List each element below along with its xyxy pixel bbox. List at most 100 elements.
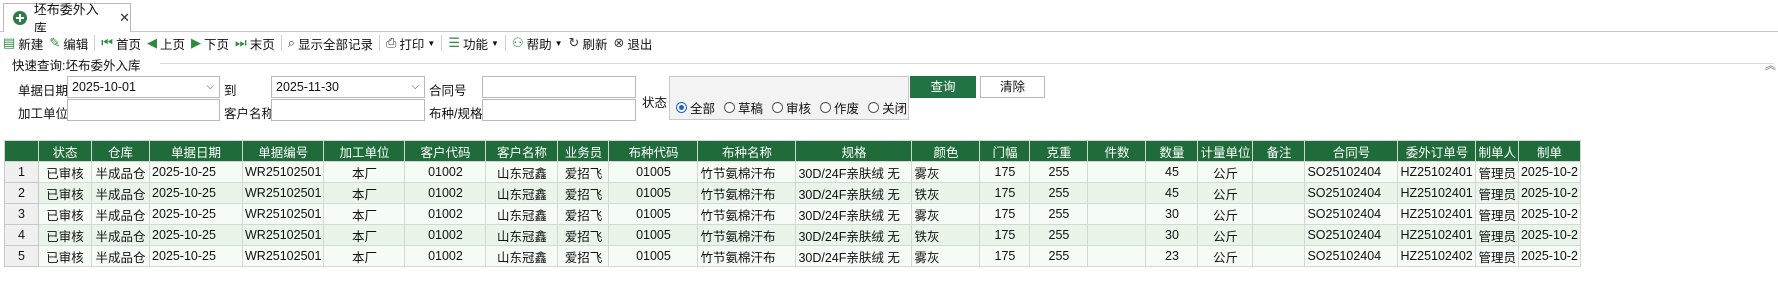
customer-name-field[interactable] (271, 99, 425, 121)
table-cell[interactable]: 雾灰 (911, 161, 981, 183)
table-cell[interactable]: HZ25102401 (1397, 161, 1477, 183)
table-cell[interactable]: 铁灰 (911, 224, 981, 246)
table-cell[interactable] (1252, 182, 1306, 204)
table-cell[interactable]: 管理员 (1475, 203, 1519, 225)
last-page-button[interactable]: ⏭ 末页 (232, 33, 278, 53)
table-cell[interactable]: 山东冠鑫 (485, 161, 559, 183)
table-cell[interactable]: 爱招飞 (557, 224, 610, 246)
table-cell[interactable]: 2025-10-25 (149, 203, 243, 225)
column-header[interactable]: 布种代码 (608, 140, 699, 162)
table-cell[interactable]: 01005 (608, 182, 699, 204)
table-cell[interactable]: 爱招飞 (557, 161, 610, 183)
table-cell[interactable]: 2025-10-2 (1517, 224, 1581, 246)
table-cell[interactable]: 半成品仓 (91, 224, 150, 246)
next-page-button[interactable]: ▶ 下页 (188, 33, 232, 53)
table-cell[interactable]: 本厂 (323, 245, 406, 267)
table-cell[interactable] (1087, 224, 1147, 246)
table-row[interactable]: 2 已审核 半成品仓 2025-10-25 WR25102501 本厂 01002 山东冠鑫爱… (4, 182, 1581, 204)
table-cell[interactable]: 公斤 (1197, 203, 1254, 225)
table-cell[interactable]: 爱招飞 (557, 245, 610, 267)
table-cell[interactable]: 01002 (404, 245, 487, 267)
help-menu-button[interactable]: ⚇ 帮助 ▼ (509, 33, 566, 53)
table-cell[interactable]: 已审核 (38, 224, 92, 246)
column-header[interactable]: 仓库 (91, 140, 150, 162)
table-cell[interactable]: 半成品仓 (91, 182, 150, 204)
column-header[interactable]: 颜色 (911, 140, 981, 162)
tab-fabric-outsourcing-inbound[interactable]: 坯布委外入库 ✕ (3, 2, 131, 36)
table-cell[interactable]: 175 (979, 182, 1031, 204)
table-cell[interactable]: 30D/24F亲肤绒 无 (795, 161, 913, 183)
table-cell[interactable]: 已审核 (38, 161, 92, 183)
table-cell[interactable]: 01002 (404, 182, 487, 204)
table-cell[interactable]: 管理员 (1475, 182, 1519, 204)
table-cell[interactable]: 2025-10-2 (1517, 161, 1581, 183)
table-cell[interactable] (1087, 203, 1147, 225)
status-radio-option[interactable]: 关闭 (868, 98, 907, 117)
table-cell[interactable]: 30 (1145, 224, 1199, 246)
table-cell[interactable]: 175 (979, 203, 1031, 225)
chevron-down-icon[interactable]: ⌵ (206, 77, 214, 97)
collapse-icon[interactable]: ︽ (1765, 57, 1776, 73)
table-cell[interactable]: WR25102501 (241, 203, 325, 225)
table-cell[interactable]: HZ25102401 (1397, 224, 1477, 246)
table-cell[interactable]: 175 (979, 161, 1031, 183)
date-from-field[interactable]: 2025-10-01 ⌵ (67, 76, 220, 98)
table-cell[interactable]: 01005 (608, 245, 699, 267)
table-cell[interactable]: HZ25102401 (1397, 182, 1477, 204)
table-cell[interactable] (1252, 245, 1306, 267)
status-radio-option[interactable]: 审核 (772, 98, 811, 117)
column-header[interactable]: 件数 (1087, 140, 1147, 162)
table-cell[interactable]: 2025-10-25 (149, 182, 243, 204)
column-header[interactable]: 单据编号 (241, 140, 325, 162)
table-cell[interactable]: 爱招飞 (557, 203, 610, 225)
table-cell[interactable]: 竹节氨棉汗布 (697, 245, 797, 267)
processor-field[interactable] (67, 99, 220, 121)
table-cell[interactable]: 雾灰 (911, 203, 981, 225)
table-cell[interactable]: 01002 (404, 203, 487, 225)
table-cell[interactable]: 2025-10-25 (149, 161, 243, 183)
table-row[interactable]: 1 已审核 半成品仓 2025-10-25 WR25102501 本厂 01002 山东冠鑫爱… (4, 161, 1581, 183)
table-cell[interactable]: SO25102404 (1304, 245, 1399, 267)
table-cell[interactable]: HZ25102401 (1397, 203, 1477, 225)
table-cell[interactable]: 竹节氨棉汗布 (697, 224, 797, 246)
table-cell[interactable]: 2025-10-25 (149, 245, 243, 267)
table-row[interactable]: 5 已审核 半成品仓 2025-10-25 WR25102501 本厂 01002 山东冠鑫爱… (4, 245, 1581, 267)
table-cell[interactable]: 2025-10-2 (1517, 203, 1581, 225)
status-radio-option[interactable]: 作废 (820, 98, 859, 117)
table-cell[interactable]: WR25102501 (241, 161, 325, 183)
column-header[interactable]: 门幅 (979, 140, 1031, 162)
table-cell[interactable]: 本厂 (323, 161, 406, 183)
table-cell[interactable]: 01005 (608, 224, 699, 246)
table-cell[interactable]: 01005 (608, 203, 699, 225)
table-cell[interactable] (1087, 245, 1147, 267)
table-cell[interactable]: 2025-10-25 (149, 224, 243, 246)
first-page-button[interactable]: ⏮ 首页 (98, 33, 144, 53)
fabric-spec-field[interactable] (482, 99, 636, 121)
exit-button[interactable]: ⊗ 退出 (610, 33, 655, 53)
new-button[interactable]: ▤ 新建 (0, 33, 46, 53)
table-cell[interactable]: 175 (979, 245, 1031, 267)
table-cell[interactable]: 30D/24F亲肤绒 无 (795, 203, 913, 225)
edit-button[interactable]: ✎ 编辑 (46, 33, 91, 53)
contract-number-field[interactable] (482, 76, 636, 98)
table-cell[interactable]: WR25102501 (241, 224, 325, 246)
table-cell[interactable]: 山东冠鑫 (485, 224, 559, 246)
table-row[interactable]: 3 已审核 半成品仓 2025-10-25 WR25102501 本厂 01002 山东冠鑫爱… (4, 203, 1581, 225)
table-cell[interactable]: 铁灰 (911, 182, 981, 204)
table-cell[interactable]: 已审核 (38, 245, 92, 267)
table-cell[interactable]: WR25102501 (241, 182, 325, 204)
column-header[interactable]: 制单人 (1475, 140, 1519, 162)
table-cell[interactable]: 01002 (404, 161, 487, 183)
table-cell[interactable] (1252, 161, 1306, 183)
column-header[interactable]: 计量单位 (1197, 140, 1254, 162)
clear-button[interactable]: 清除 (980, 76, 1045, 98)
table-cell[interactable]: 本厂 (323, 203, 406, 225)
table-cell[interactable] (1087, 182, 1147, 204)
table-cell[interactable]: HZ25102402 (1397, 245, 1477, 267)
table-cell[interactable]: 255 (1029, 203, 1089, 225)
prev-page-button[interactable]: ◀ 上页 (144, 33, 188, 53)
table-cell[interactable]: 已审核 (38, 203, 92, 225)
table-cell[interactable]: 爱招飞 (557, 182, 610, 204)
table-cell[interactable]: 半成品仓 (91, 245, 150, 267)
table-cell[interactable]: 30D/24F亲肤绒 无 (795, 182, 913, 204)
